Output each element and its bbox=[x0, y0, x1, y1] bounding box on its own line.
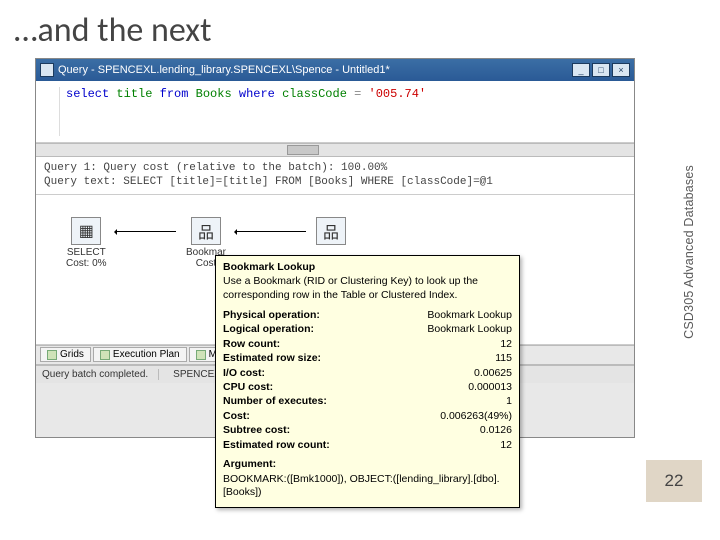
close-button[interactable]: × bbox=[612, 63, 630, 77]
plan-op-3[interactable]: 品 bbox=[316, 217, 346, 247]
plan-icon bbox=[100, 350, 110, 360]
minimize-button[interactable]: _ bbox=[572, 63, 590, 77]
slide-title: …and the next bbox=[0, 0, 720, 57]
op-cost: Cost: 0% bbox=[66, 258, 107, 269]
tooltip-description: Use a Bookmark (RID or Clustering Key) t… bbox=[223, 275, 512, 302]
horizontal-scrollbar[interactable] bbox=[36, 143, 634, 157]
grid-icon bbox=[47, 350, 57, 360]
tooltip-title: Bookmark Lookup bbox=[223, 261, 512, 274]
query-cost-line: Query 1: Query cost (relative to the bat… bbox=[44, 161, 626, 175]
scrollbar-thumb[interactable] bbox=[287, 145, 319, 155]
status-message: Query batch completed. bbox=[42, 369, 159, 380]
query-info-panel: Query 1: Query cost (relative to the bat… bbox=[36, 157, 634, 195]
tab-grids[interactable]: Grids bbox=[40, 347, 91, 362]
sql-editor[interactable]: select title from Books where classCode … bbox=[36, 81, 634, 143]
plan-op-select[interactable]: ▦ SELECT Cost: 0% bbox=[66, 217, 107, 269]
operator-tooltip: Bookmark Lookup Use a Bookmark (RID or C… bbox=[215, 255, 520, 508]
tooltip-argument-label: Argument: bbox=[223, 458, 512, 472]
course-label: CSD305 Advanced Databases bbox=[682, 165, 696, 339]
maximize-button[interactable]: □ bbox=[592, 63, 610, 77]
window-title: Query - SPENCEXL.lending_library.SPENCEX… bbox=[58, 64, 572, 76]
tab-execution-plan[interactable]: Execution Plan bbox=[93, 347, 187, 362]
select-icon: ▦ bbox=[71, 217, 101, 245]
bookmark-lookup-icon: 品 bbox=[191, 217, 221, 245]
sql-text: select title from Books where classCode … bbox=[66, 87, 426, 101]
tooltip-argument-value: BOOKMARK:([Bmk1000]), OBJECT:([lending_l… bbox=[223, 472, 512, 500]
tooltip-stats-table: Physical operation:Bookmark Lookup Logic… bbox=[223, 308, 512, 500]
query-text-line: Query text: SELECT [title]=[title] FROM … bbox=[44, 175, 626, 189]
page-number: 22 bbox=[646, 460, 702, 502]
op-label: SELECT bbox=[66, 247, 107, 258]
messages-icon bbox=[196, 350, 206, 360]
editor-gutter bbox=[44, 87, 60, 136]
titlebar[interactable]: Query - SPENCEXL.lending_library.SPENCEX… bbox=[36, 59, 634, 81]
plan-arrow bbox=[236, 231, 306, 232]
plan-op-icon: 品 bbox=[316, 217, 346, 245]
app-icon bbox=[40, 63, 54, 77]
plan-arrow bbox=[116, 231, 176, 232]
